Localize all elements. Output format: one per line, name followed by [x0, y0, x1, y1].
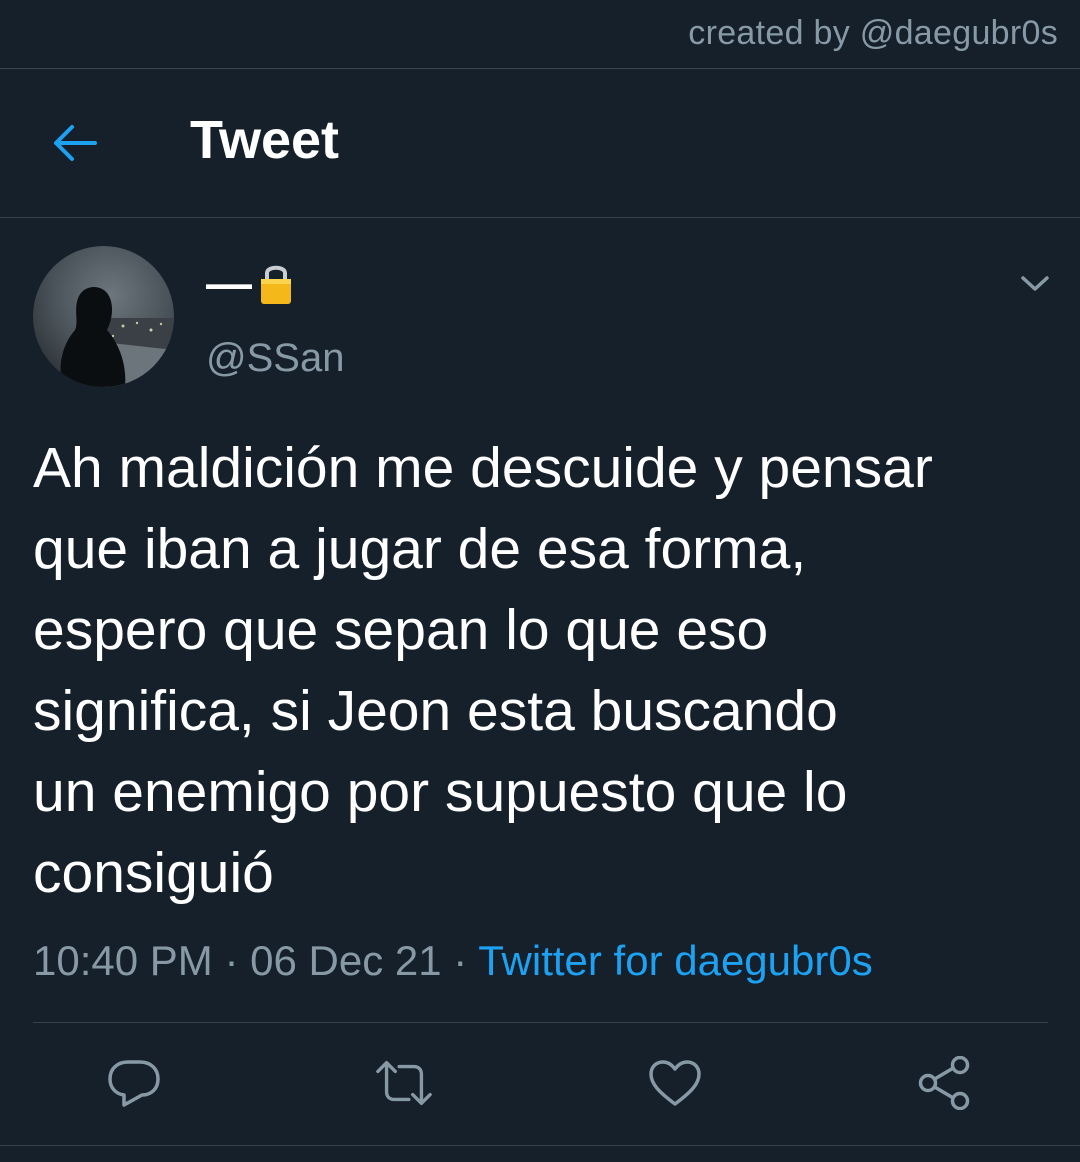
tweet-text-line: Ah maldición me descuide y pensar: [33, 436, 933, 500]
reply-icon: [108, 1060, 160, 1107]
tweet-text-line: significa, si Jeon esta buscando: [33, 679, 838, 743]
tweet-source-link[interactable]: Twitter for daegubr0s: [478, 937, 873, 984]
top-bar: Tweet: [0, 69, 1080, 218]
share-button[interactable]: [914, 1053, 974, 1113]
page-title: Tweet: [190, 110, 340, 170]
watermark-text: created by @daegubr0s: [688, 14, 1058, 52]
tweet-options-button[interactable]: [1014, 266, 1056, 302]
share-icon: [918, 1056, 970, 1110]
meta-separator: ·: [224, 937, 239, 984]
display-name-text: —: [206, 257, 252, 309]
action-bar: [0, 1043, 1080, 1123]
tweet-text-line: que iban a jugar de esa forma,: [33, 517, 807, 581]
arrow-left-icon: [54, 125, 97, 161]
lock-icon: [261, 265, 291, 304]
like-icon: [649, 1060, 701, 1106]
divider: [0, 1145, 1080, 1146]
chevron-down-icon: [1021, 276, 1049, 291]
tweet-text-line: un enemigo por supuesto que lo: [33, 760, 848, 824]
divider: [33, 1022, 1048, 1023]
like-button[interactable]: [645, 1053, 705, 1113]
meta-separator: ·: [453, 937, 468, 984]
back-button[interactable]: [40, 109, 108, 177]
tweet-text-line: espero que sepan lo que eso: [33, 598, 769, 662]
tweet-text: Ah maldición me descuide y pensar que ib…: [33, 428, 1063, 914]
tweet-meta: 10:40 PM · 06 Dec 21 · Twitter for daegu…: [33, 937, 873, 984]
tweet-text-line: consiguió: [33, 841, 274, 905]
reply-button[interactable]: [104, 1053, 164, 1113]
tweet-time: 10:40 PM: [33, 937, 213, 984]
tweet-date: 06 Dec 21: [250, 937, 442, 984]
watermark-bar: created by @daegubr0s: [0, 0, 1080, 69]
user-handle[interactable]: @SSan: [206, 336, 344, 380]
avatar-image: [33, 246, 174, 387]
avatar[interactable]: [33, 246, 174, 387]
display-name[interactable]: —: [206, 260, 294, 306]
tweet-screen: created by @daegubr0s Tweet — @SSan Ah m…: [0, 0, 1080, 1162]
retweet-icon: [376, 1060, 432, 1106]
retweet-button[interactable]: [374, 1053, 434, 1113]
